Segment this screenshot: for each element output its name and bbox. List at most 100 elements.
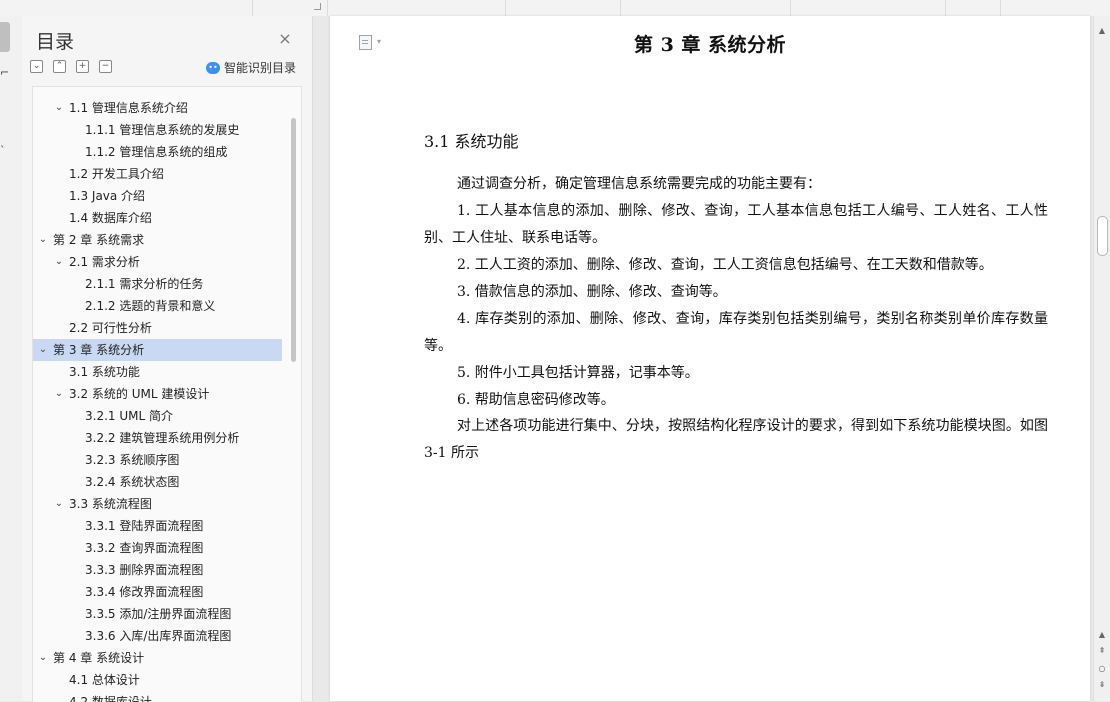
toc-item-label: 1.3 Java 介绍 [69,189,146,203]
body-paragraph: 4. 库存类别的添加、删除、修改、查询，库存类别包括类别编号，类别名称类别单价库… [424,311,1048,354]
toc-item-label: 1.1.2 管理信息系统的组成 [85,145,228,159]
chevron-down-icon[interactable]: ⌄ [53,97,65,119]
toc-item-label: 第 4 章 系统设计 [53,651,145,665]
document-page[interactable]: ▾ 第 3 章 系统分析 3.1 系统功能 通过调查分析，确定管理信息系统需要完… [330,16,1090,701]
toc-item-label: 3.2.1 UML 简介 [85,409,173,423]
nav-pane-title: 目录 [36,31,75,53]
remove-heading-button[interactable]: − [99,60,112,73]
toc-item[interactable]: 3.3.2 查询界面流程图 [33,537,282,559]
prev-page-icon[interactable]: ⇞ [1097,646,1107,655]
toc-item-label: 2.2 可行性分析 [69,321,152,335]
toc-item[interactable]: 3.3.1 登陆界面流程图 [33,515,282,537]
toc-item-label: 3.2.3 系统顺序图 [85,453,180,467]
chevron-down-icon[interactable]: ⌄ [53,251,65,273]
toc-item[interactable]: ⌄ 2.1 需求分析 [33,251,282,273]
scroll-up-icon[interactable]: ▲ [1097,26,1107,35]
expand-up-button[interactable]: ⌃ [53,60,66,73]
toc-item-label: 1.4 数据库介绍 [69,211,152,225]
ai-bot-icon: •• [205,61,220,74]
body-paragraph: 通过调查分析，确定管理信息系统需要完成的功能主要有： [457,176,821,192]
toc-item-label: 3.3.4 修改界面流程图 [85,585,204,599]
toc-item[interactable]: 3.3.5 添加/注册界面流程图 [33,603,282,625]
toc-item-label: 3.2.2 建筑管理系统用例分析 [85,431,240,445]
toc-item[interactable]: ⌄ 第 2 章 系统需求 [33,229,282,251]
toc-item-label: 1.1.1 管理信息系统的发展史 [85,123,240,137]
toc-item[interactable]: 3.3.4 修改界面流程图 [33,581,282,603]
toc-item[interactable]: 3.2.4 系统状态图 [33,471,282,493]
outline-tab[interactable] [0,22,10,52]
scrollbar-thumb[interactable] [1097,216,1108,256]
toc-item-label: 3.1 系统功能 [69,365,140,379]
chevron-down-icon[interactable]: ⌄ [37,647,49,669]
toc-item[interactable]: 3.2.2 建筑管理系统用例分析 [33,427,282,449]
navigation-pane: 目录 × ⌄ ⌃ + − •• 智能识别目录 ⌄ 1.1 管理信息系统介绍 1.1.… [22,16,313,702]
toc-item[interactable]: 3.3.6 入库/出库界面流程图 [33,625,282,647]
add-heading-button[interactable]: + [76,60,89,73]
toc-item[interactable]: 1.4 数据库介绍 [33,207,282,229]
toc-item[interactable]: ⌄ 第 4 章 系统设计 [33,647,282,669]
toc-item-label: 第 2 章 系统需求 [53,233,145,247]
toc-item-label: 1.1 管理信息系统介绍 [69,101,188,115]
toc-item[interactable]: 3.2.1 UML 简介 [33,405,282,427]
body-paragraph: 5. 附件小工具包括计算器，记事本等。 [457,365,699,381]
toc-scrollbar-thumb[interactable] [291,118,296,362]
page-up-icon[interactable]: ▲ [1097,630,1107,639]
toolbar-divider [252,0,253,16]
chevron-down-icon[interactable]: ⌄ [53,493,65,515]
body-paragraph: 2. 工人工资的添加、删除、修改、查询，工人工资信息包括编号、在工天数和借款等。 [457,257,993,273]
toc-item[interactable]: ⌄ 3.3 系统流程图 [33,493,282,515]
body-paragraph: 3. 借款信息的添加、删除、修改、查询等。 [457,284,727,300]
document-scrollbar[interactable]: ▲ ▲ ⇞ ○ ⇟ [1093,16,1110,701]
resize-corner-icon[interactable] [314,3,321,10]
toc-item-label: 2.1.1 需求分析的任务 [85,277,204,291]
toc-item[interactable]: 1.1.2 管理信息系统的组成 [33,141,282,163]
toolbar-divider [327,0,328,16]
toc-list: ⌄ 1.1 管理信息系统介绍 1.1.1 管理信息系统的发展史 1.1.2 管理信息系… [32,86,302,702]
toc-item[interactable]: 4.2 数据库设计 [33,691,282,702]
toc-item-label: 第 3 章 系统分析 [53,343,145,357]
body-paragraph: 1. 工人基本信息的添加、删除、修改、查询，工人基本信息包括工人编号、工人姓名、… [424,203,1048,246]
toc-item-label: 1.2 开发工具介绍 [69,167,164,181]
toc-item-label: 2.1.2 选题的背景和意义 [85,299,216,313]
toc-item[interactable]: 2.1.2 选题的背景和意义 [33,295,282,317]
rail-icon[interactable]: ˋ [0,144,6,157]
toc-item[interactable]: ⌄ 第 3 章 系统分析 [33,339,282,361]
body-paragraph: 对上述各项功能进行集中、分块，按照结构化程序设计的要求，得到如下系统功能模块图。… [424,418,1048,461]
toc-item-label: 2.1 需求分析 [69,255,140,269]
toc-item[interactable]: 2.2 可行性分析 [33,317,282,339]
smart-toc-label: 智能识别目录 [223,61,296,75]
toolbar-divider [620,0,621,16]
chevron-down-icon[interactable]: ⌄ [37,229,49,251]
toc-item-label: 3.2 系统的 UML 建模设计 [69,387,210,401]
top-toolbar-strip [0,0,1110,17]
toolbar-divider [1000,0,1001,16]
toc-item[interactable]: 1.2 开发工具介绍 [33,163,282,185]
toc-item[interactable]: 3.3.3 删除界面流程图 [33,559,282,581]
chevron-down-icon[interactable]: ⌄ [53,383,65,405]
close-icon[interactable]: × [276,30,294,48]
toc-item-label: 3.3.3 删除界面流程图 [85,563,204,577]
next-page-icon[interactable]: ⇟ [1097,680,1107,689]
toc-item[interactable]: ⌄ 1.1 管理信息系统介绍 [33,97,282,119]
rail-icon[interactable]: ⌐ [0,66,9,79]
toc-item[interactable]: 3.1 系统功能 [33,361,282,383]
toc-item-label: 3.3.1 登陆界面流程图 [85,519,204,533]
smart-toc-button[interactable]: •• 智能识别目录 [205,59,296,76]
toc-item-label: 4.1 总体设计 [69,673,140,687]
chapter-heading: 第 3 章 系统分析 [633,34,787,56]
chevron-down-icon[interactable]: ⌄ [37,339,49,361]
toc-item[interactable]: 3.2.3 系统顺序图 [33,449,282,471]
nav-toolbar: ⌄ ⌃ + − [30,60,112,73]
toc-item-label: 4.2 数据库设计 [69,695,152,702]
toc-item[interactable]: 1.1.1 管理信息系统的发展史 [33,119,282,141]
toolbar-divider [505,0,506,16]
toc-item[interactable]: 2.1.1 需求分析的任务 [33,273,282,295]
toc-item-label: 3.3.6 入库/出库界面流程图 [85,629,232,643]
toc-item[interactable]: 1.3 Java 介绍 [33,185,282,207]
toolbar-divider [790,0,791,16]
select-browse-icon[interactable]: ○ [1097,664,1107,673]
collapse-all-button[interactable]: ⌄ [30,60,43,73]
toc-item[interactable]: ⌄ 3.2 系统的 UML 建模设计 [33,383,282,405]
toc-item[interactable]: 4.1 总体设计 [33,669,282,691]
toc-item-label: 3.3 系统流程图 [69,497,152,511]
